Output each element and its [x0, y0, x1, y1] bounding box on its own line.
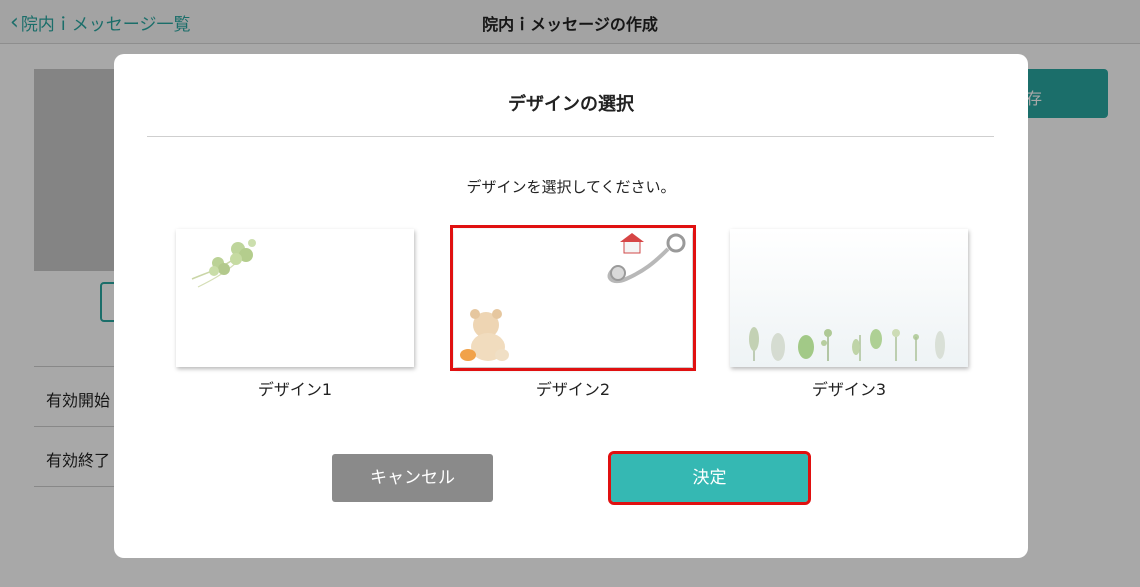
teddy-bear-stethoscope-illustration: [460, 233, 686, 361]
design-option-3[interactable]: [730, 229, 968, 367]
dialog-divider: [147, 136, 994, 137]
design-option-2[interactable]: [450, 225, 696, 371]
design-option-3-label: デザイン3: [811, 380, 887, 399]
design-option-1-label: デザイン1: [257, 380, 333, 399]
dialog-instruction: デザインを選択してください。: [466, 178, 676, 196]
cancel-button[interactable]: キャンセル: [332, 454, 493, 502]
plants-illustration: [730, 229, 968, 367]
confirm-button[interactable]: 決定: [608, 451, 811, 505]
dialog-title: デザインの選択: [508, 94, 634, 115]
clover-illustration: [191, 239, 256, 288]
design-option-2-label: デザイン2: [535, 380, 611, 399]
design-option-1[interactable]: [176, 229, 414, 367]
design-select-dialog: デザインの選択 デザインを選択してください。 デザイン1 デザイン2 デザイン3…: [114, 54, 1028, 558]
